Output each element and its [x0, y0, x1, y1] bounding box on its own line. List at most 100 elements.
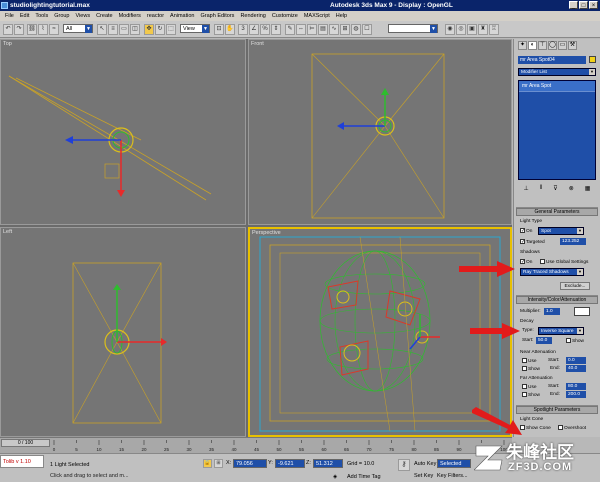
timeline-ruler[interactable]: 0510152025303540455055606570758085909510… [52, 440, 507, 452]
viewport-left[interactable]: Left [0, 227, 246, 437]
undo-icon[interactable]: ↶ [3, 24, 13, 35]
redo-icon[interactable]: ↷ [14, 24, 24, 35]
percent-snap-icon[interactable]: % [260, 24, 270, 35]
named-selection-dropdown[interactable]: ▼ [388, 24, 438, 33]
x-coord-field[interactable]: 79.056 [233, 459, 267, 468]
minimize-button[interactable]: _ [569, 1, 578, 9]
modifier-list-dropdown[interactable]: Modifier List ▼ [518, 68, 596, 76]
close-button[interactable]: × [589, 1, 598, 9]
unlink-icon[interactable]: ⌇ [38, 24, 48, 35]
render-iterative-icon[interactable]: ♖ [489, 24, 499, 35]
near-start-spinner[interactable]: 0.0 [566, 357, 586, 364]
remove-modifier-icon[interactable]: ⊗ [569, 185, 574, 192]
schematic-view-icon[interactable]: ⊞ [340, 24, 350, 35]
viewport-top[interactable]: Top [0, 39, 246, 225]
bind-space-warp-icon[interactable]: ≈ [49, 24, 59, 35]
reference-coordinate-dropdown[interactable]: View ▼ [180, 24, 210, 33]
key-filters-button[interactable]: Key Filters... [437, 473, 468, 479]
key-icon[interactable]: ⚷ [398, 459, 410, 471]
menu-item-rendering[interactable]: Rendering [237, 11, 268, 21]
window-crossing-icon[interactable]: ◫ [130, 24, 140, 35]
pivot-center-icon[interactable]: ⊡ [214, 24, 224, 35]
object-name-field[interactable]: mr Area Spot04 [518, 56, 586, 64]
decay-type-dropdown[interactable]: Inverse Square ▼ [538, 327, 584, 335]
motion-tab-icon[interactable]: ◯ [548, 41, 557, 50]
far-show-checkbox[interactable]: Show [522, 392, 540, 398]
render-frame-icon[interactable]: ▣ [467, 24, 477, 35]
material-editor-icon[interactable]: ◍ [351, 24, 361, 35]
select-scale-icon[interactable]: ⬚ [166, 24, 176, 35]
menu-item-customize[interactable]: Customize [269, 11, 301, 21]
render-last-icon[interactable]: ◎ [456, 24, 466, 35]
curve-editor-icon[interactable]: ∿ [329, 24, 339, 35]
layer-manager-icon[interactable]: ▤ [318, 24, 328, 35]
key-mode-dropdown[interactable]: Selected [437, 459, 471, 468]
show-end-result-icon[interactable]: ‖ [540, 185, 542, 192]
link-icon[interactable]: ⛓ [27, 24, 37, 35]
maximize-button[interactable]: □ [579, 1, 588, 9]
menu-item-reactor[interactable]: reactor [144, 11, 167, 21]
light-type-dropdown[interactable]: Spot ▼ [538, 227, 584, 235]
overshoot-checkbox[interactable]: Overshoot [558, 425, 586, 431]
pin-stack-icon[interactable]: ⊥ [524, 185, 529, 192]
angle-snap-icon[interactable]: ∠ [249, 24, 259, 35]
add-time-tag-button[interactable]: Add Time Tag [347, 474, 381, 480]
menu-item-tools[interactable]: Tools [32, 11, 51, 21]
select-object-icon[interactable]: ↖ [97, 24, 107, 35]
menu-item-views[interactable]: Views [73, 11, 94, 21]
selection-filter-dropdown[interactable]: All ▼ [63, 24, 93, 33]
mirror-icon[interactable]: ⇔ [296, 24, 306, 35]
decay-start-spinner[interactable]: 50.0 [536, 337, 552, 344]
near-show-checkbox[interactable]: Show [522, 366, 540, 372]
manipulate-icon[interactable]: ✋ [225, 24, 235, 35]
viewport-front[interactable]: Front [248, 39, 512, 225]
far-start-spinner[interactable]: 80.0 [566, 383, 586, 390]
near-use-checkbox[interactable]: Use [522, 358, 537, 364]
align-icon[interactable]: ⊨ [307, 24, 317, 35]
auto-key-button[interactable]: Auto Key [414, 461, 436, 467]
target-distance-spinner[interactable]: 123.252 [560, 238, 586, 245]
use-global-settings-checkbox[interactable]: Use Global Settings [540, 259, 588, 265]
quick-render-icon[interactable]: ◉ [445, 24, 455, 35]
y-coord-field[interactable]: -9.621 [275, 459, 305, 468]
spotlight-header[interactable]: Spotlight Parameters [516, 406, 598, 414]
configure-sets-icon[interactable]: ▦ [585, 185, 591, 192]
menu-item-group[interactable]: Group [51, 11, 72, 21]
intensity-header[interactable]: Intensity/Color/Attenuation [516, 296, 598, 304]
select-rotate-icon[interactable]: ↻ [155, 24, 165, 35]
light-on-checkbox[interactable]: On [520, 228, 532, 234]
select-move-icon[interactable]: ✥ [144, 24, 154, 35]
near-end-spinner[interactable]: 40.0 [566, 365, 586, 372]
select-by-name-icon[interactable]: ≡ [108, 24, 118, 35]
hierarchy-tab-icon[interactable]: ⊤ [538, 41, 547, 50]
maxscript-listener[interactable]: Tolib v 1.10 [0, 455, 44, 468]
display-tab-icon[interactable]: ▭ [558, 41, 567, 50]
far-end-spinner[interactable]: 200.0 [566, 391, 586, 398]
menu-item-modifiers[interactable]: Modifiers [116, 11, 144, 21]
show-cone-checkbox[interactable]: Show Cone [520, 425, 551, 431]
create-tab-icon[interactable]: ✦ [518, 41, 527, 50]
object-color-swatch[interactable] [589, 56, 596, 63]
exclude-button[interactable]: Exclude... [560, 282, 590, 290]
set-key-button[interactable]: Set Key [414, 473, 433, 479]
multiplier-spinner[interactable]: 1.0 [544, 308, 560, 315]
light-color-swatch[interactable] [574, 307, 590, 316]
menu-item-create[interactable]: Create [93, 11, 116, 21]
snap-toggle-icon[interactable]: 3 [238, 24, 248, 35]
lock-selection-icon[interactable]: 🔒 [203, 459, 212, 468]
time-slider[interactable]: 0 / 100 [1, 439, 50, 447]
general-parameters-header[interactable]: General Parameters [516, 208, 598, 216]
far-use-checkbox[interactable]: Use [522, 384, 537, 390]
shadow-type-dropdown[interactable]: Ray Traced Shadows ▼ [520, 268, 584, 276]
modifier-stack-item[interactable]: mr Area Spot [519, 81, 595, 92]
render-production-icon[interactable]: ♜ [478, 24, 488, 35]
make-unique-icon[interactable]: ⊽ [553, 185, 557, 192]
menu-item-edit[interactable]: Edit [17, 11, 32, 21]
z-coord-field[interactable]: 51.312 [313, 459, 343, 468]
menu-item-animation[interactable]: Animation [167, 11, 197, 21]
utilities-tab-icon[interactable]: ⚒ [568, 41, 577, 50]
decay-show-checkbox[interactable]: Show [566, 338, 584, 344]
targeted-checkbox[interactable]: Targeted [520, 239, 545, 245]
menu-item-help[interactable]: Help [333, 11, 350, 21]
render-setup-icon[interactable]: ☐ [362, 24, 372, 35]
